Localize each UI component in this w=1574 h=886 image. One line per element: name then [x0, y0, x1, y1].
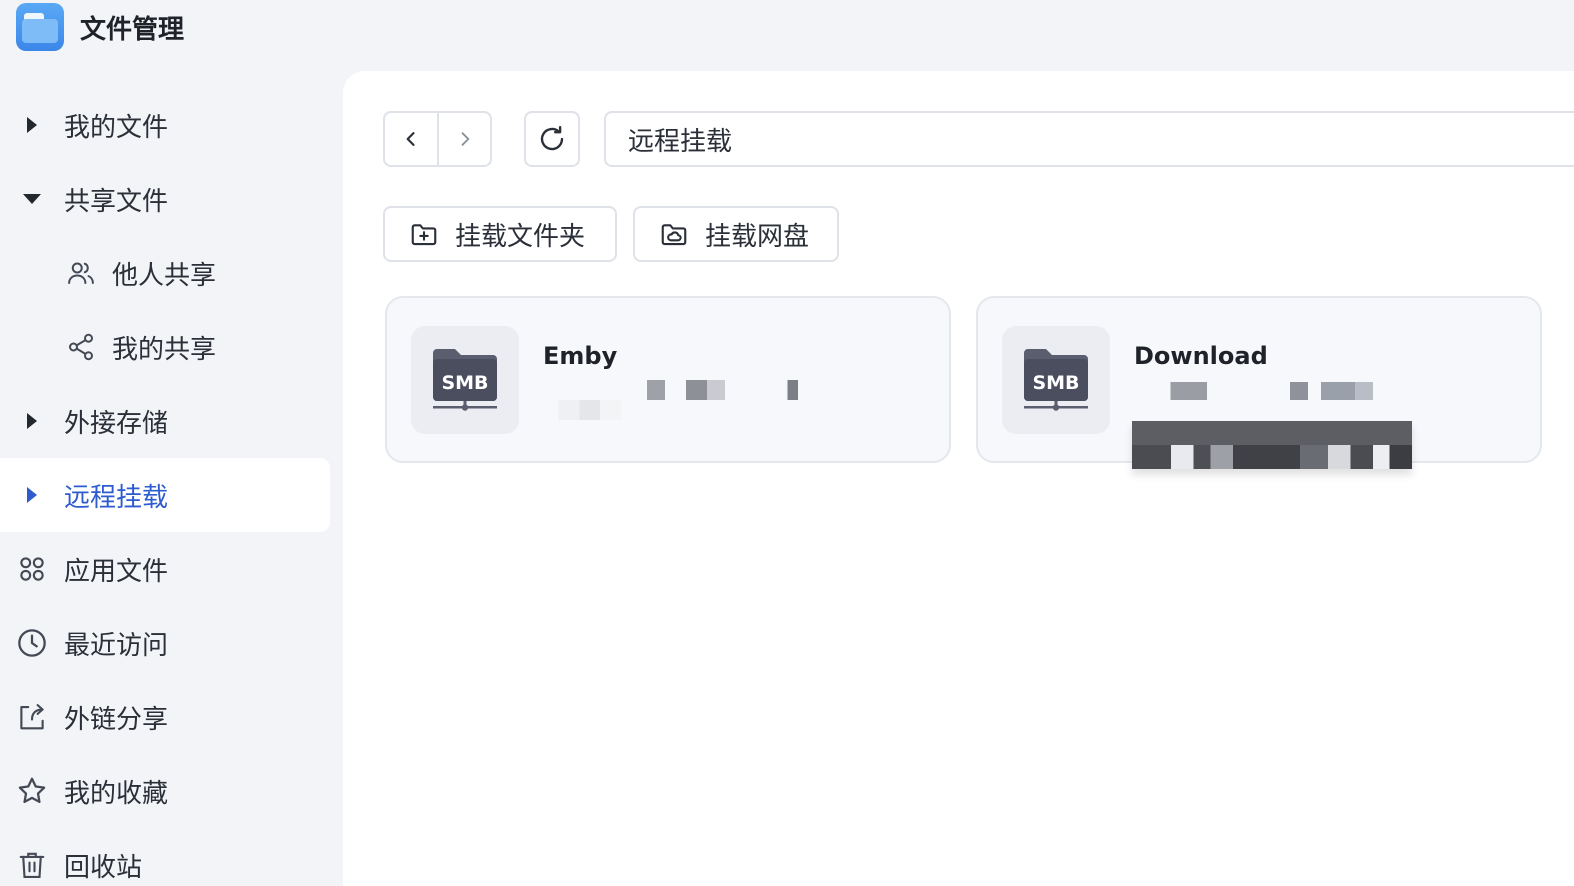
caret-right-icon[interactable]: [0, 117, 64, 133]
caret-down-icon[interactable]: [0, 194, 64, 204]
sidebar-item-external-storage[interactable]: 外接存储: [0, 384, 330, 458]
sidebar-item-favorites[interactable]: 我的收藏: [0, 754, 330, 828]
back-button[interactable]: [385, 113, 437, 165]
redacted-address: [543, 380, 803, 420]
forward-button[interactable]: [437, 113, 490, 165]
sidebar-item-remote-mount[interactable]: 远程挂载: [0, 458, 330, 532]
sidebar-item-shared-files[interactable]: 共享文件: [0, 162, 330, 236]
sidebar-item-trash[interactable]: 回收站: [0, 828, 330, 886]
sidebar-item-recent[interactable]: 最近访问: [0, 606, 330, 680]
main-panel: 远程挂载 挂载文件夹 挂载网盘 SMB Emby SMB Download: [343, 71, 1574, 886]
sidebar-item-label: 回收站: [64, 852, 143, 883]
folder-cloud-icon: [659, 219, 689, 249]
svg-text:SMB: SMB: [441, 372, 488, 394]
mount-folder-button[interactable]: 挂载文件夹: [383, 206, 617, 262]
sidebar-item-my-shares[interactable]: 我的共享: [0, 310, 330, 384]
smb-folder-icon: SMB: [411, 326, 519, 434]
apps-grid-icon: [0, 554, 64, 584]
sidebar-item-label: 最近访问: [64, 630, 169, 661]
sidebar-item-label: 共享文件: [64, 186, 169, 217]
svg-text:SMB: SMB: [1032, 372, 1079, 394]
app-header: 文件管理: [16, 3, 184, 51]
history-nav: [383, 111, 492, 167]
chevron-right-icon: [461, 132, 469, 146]
redacted-tooltip: [1132, 421, 1412, 469]
folder-add-icon: [409, 219, 439, 249]
sidebar-item-shared-with-me[interactable]: 他人共享: [0, 236, 330, 310]
sidebar-item-label: 外接存储: [64, 408, 169, 439]
sidebar-item-app-files[interactable]: 应用文件: [0, 532, 330, 606]
file-manager-window: 文件管理 我的文件 共享文件 他人共享 我的共享 外接存储 远程挂载 应用文件 …: [0, 0, 1574, 886]
sidebar: 我的文件 共享文件 他人共享 我的共享 外接存储 远程挂载 应用文件 最近访问 …: [0, 88, 330, 886]
redacted-address: [1134, 382, 1394, 412]
smb-folder-icon: SMB: [1002, 326, 1110, 434]
current-path: 远程挂载: [628, 126, 733, 157]
app-title: 文件管理: [80, 14, 185, 45]
trash-icon: [0, 850, 64, 880]
clock-icon: [0, 627, 64, 659]
refresh-button[interactable]: [524, 111, 580, 167]
mount-name: Download: [1134, 342, 1268, 370]
folder-app-icon: [16, 3, 64, 51]
path-bar[interactable]: 远程挂载: [604, 111, 1574, 167]
mount-cloud-drive-button[interactable]: 挂载网盘: [633, 206, 839, 262]
caret-right-icon[interactable]: [0, 413, 64, 429]
share-icon: [64, 332, 112, 362]
mount-name: Emby: [543, 342, 618, 370]
sidebar-item-label: 我的收藏: [64, 778, 169, 809]
sidebar-item-label: 我的共享: [112, 334, 217, 365]
mount-card[interactable]: SMB Emby: [385, 296, 951, 463]
mount-folder-label: 挂载文件夹: [455, 221, 586, 252]
sidebar-item-label: 他人共享: [112, 260, 217, 291]
sidebar-item-my-files[interactable]: 我的文件: [0, 88, 330, 162]
chevron-left-icon: [406, 132, 415, 146]
mount-cloud-label: 挂载网盘: [705, 221, 810, 252]
users-icon: [64, 258, 112, 288]
star-icon: [0, 775, 64, 807]
sidebar-item-label: 我的文件: [64, 112, 169, 143]
mount-card[interactable]: SMB Download: [976, 296, 1542, 469]
refresh-icon: [540, 125, 564, 151]
external-share-icon: [0, 702, 64, 732]
caret-right-icon[interactable]: [0, 487, 64, 503]
sidebar-item-link-share[interactable]: 外链分享: [0, 680, 330, 754]
sidebar-item-label: 应用文件: [64, 556, 169, 587]
sidebar-item-label: 外链分享: [64, 704, 169, 735]
sidebar-item-label: 远程挂载: [64, 482, 169, 513]
